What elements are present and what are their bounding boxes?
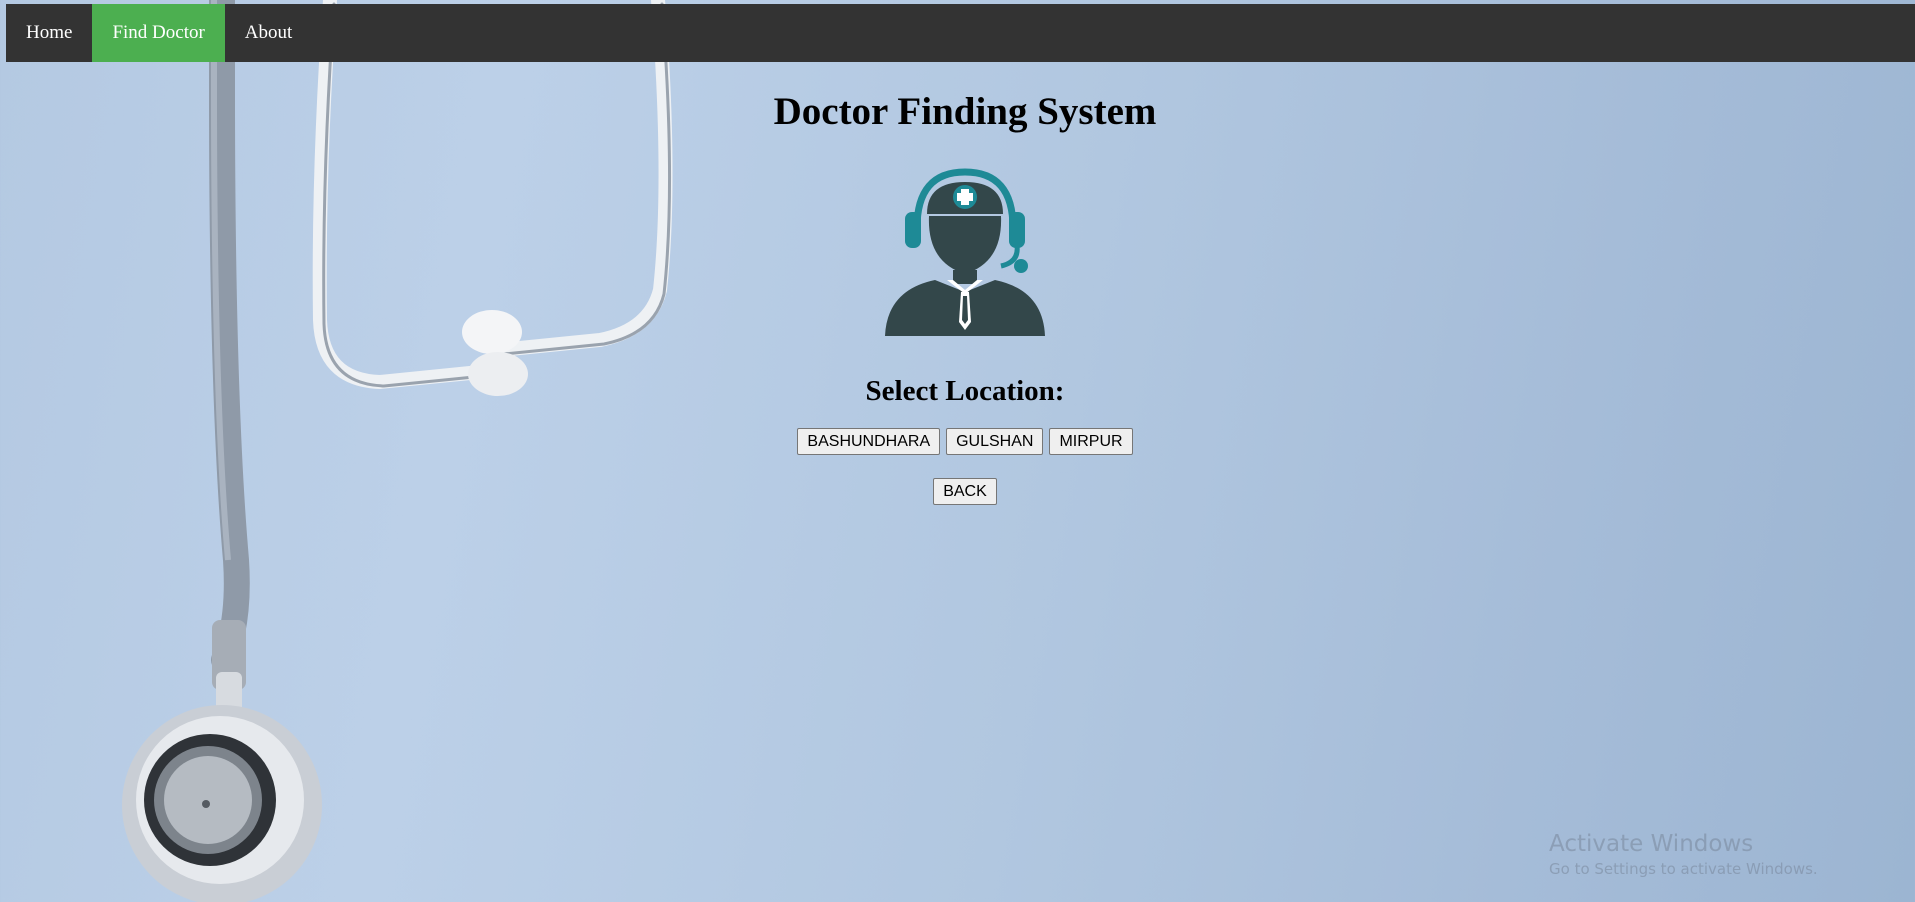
select-location-heading: Select Location: [865, 375, 1065, 407]
watermark-title: Activate Windows [1549, 831, 1754, 857]
nav-about[interactable]: About [225, 4, 313, 62]
location-button-mirpur[interactable]: MIRPUR [1049, 428, 1133, 455]
activate-windows-watermark: Activate Windows Go to Settings to activ… [1549, 829, 1818, 879]
location-button-group: BASHUNDHARA GULSHAN MIRPUR [0, 428, 1915, 455]
nav-find-doctor[interactable]: Find Doctor [92, 4, 225, 62]
doctor-headset-icon [885, 168, 1045, 336]
location-button-gulshan[interactable]: GULSHAN [946, 428, 1044, 455]
back-button[interactable]: BACK [933, 478, 997, 505]
location-button-bashundhara[interactable]: BASHUNDHARA [797, 428, 941, 455]
page-title: Doctor Finding System [773, 90, 1157, 133]
watermark-subtitle: Go to Settings to activate Windows. [1549, 860, 1818, 878]
back-row: BACK [0, 478, 1915, 505]
nav-home[interactable]: Home [6, 4, 92, 62]
main-content: Doctor Finding System Select Location: B… [0, 62, 1915, 505]
top-navbar: Home Find Doctor About [6, 4, 1915, 62]
